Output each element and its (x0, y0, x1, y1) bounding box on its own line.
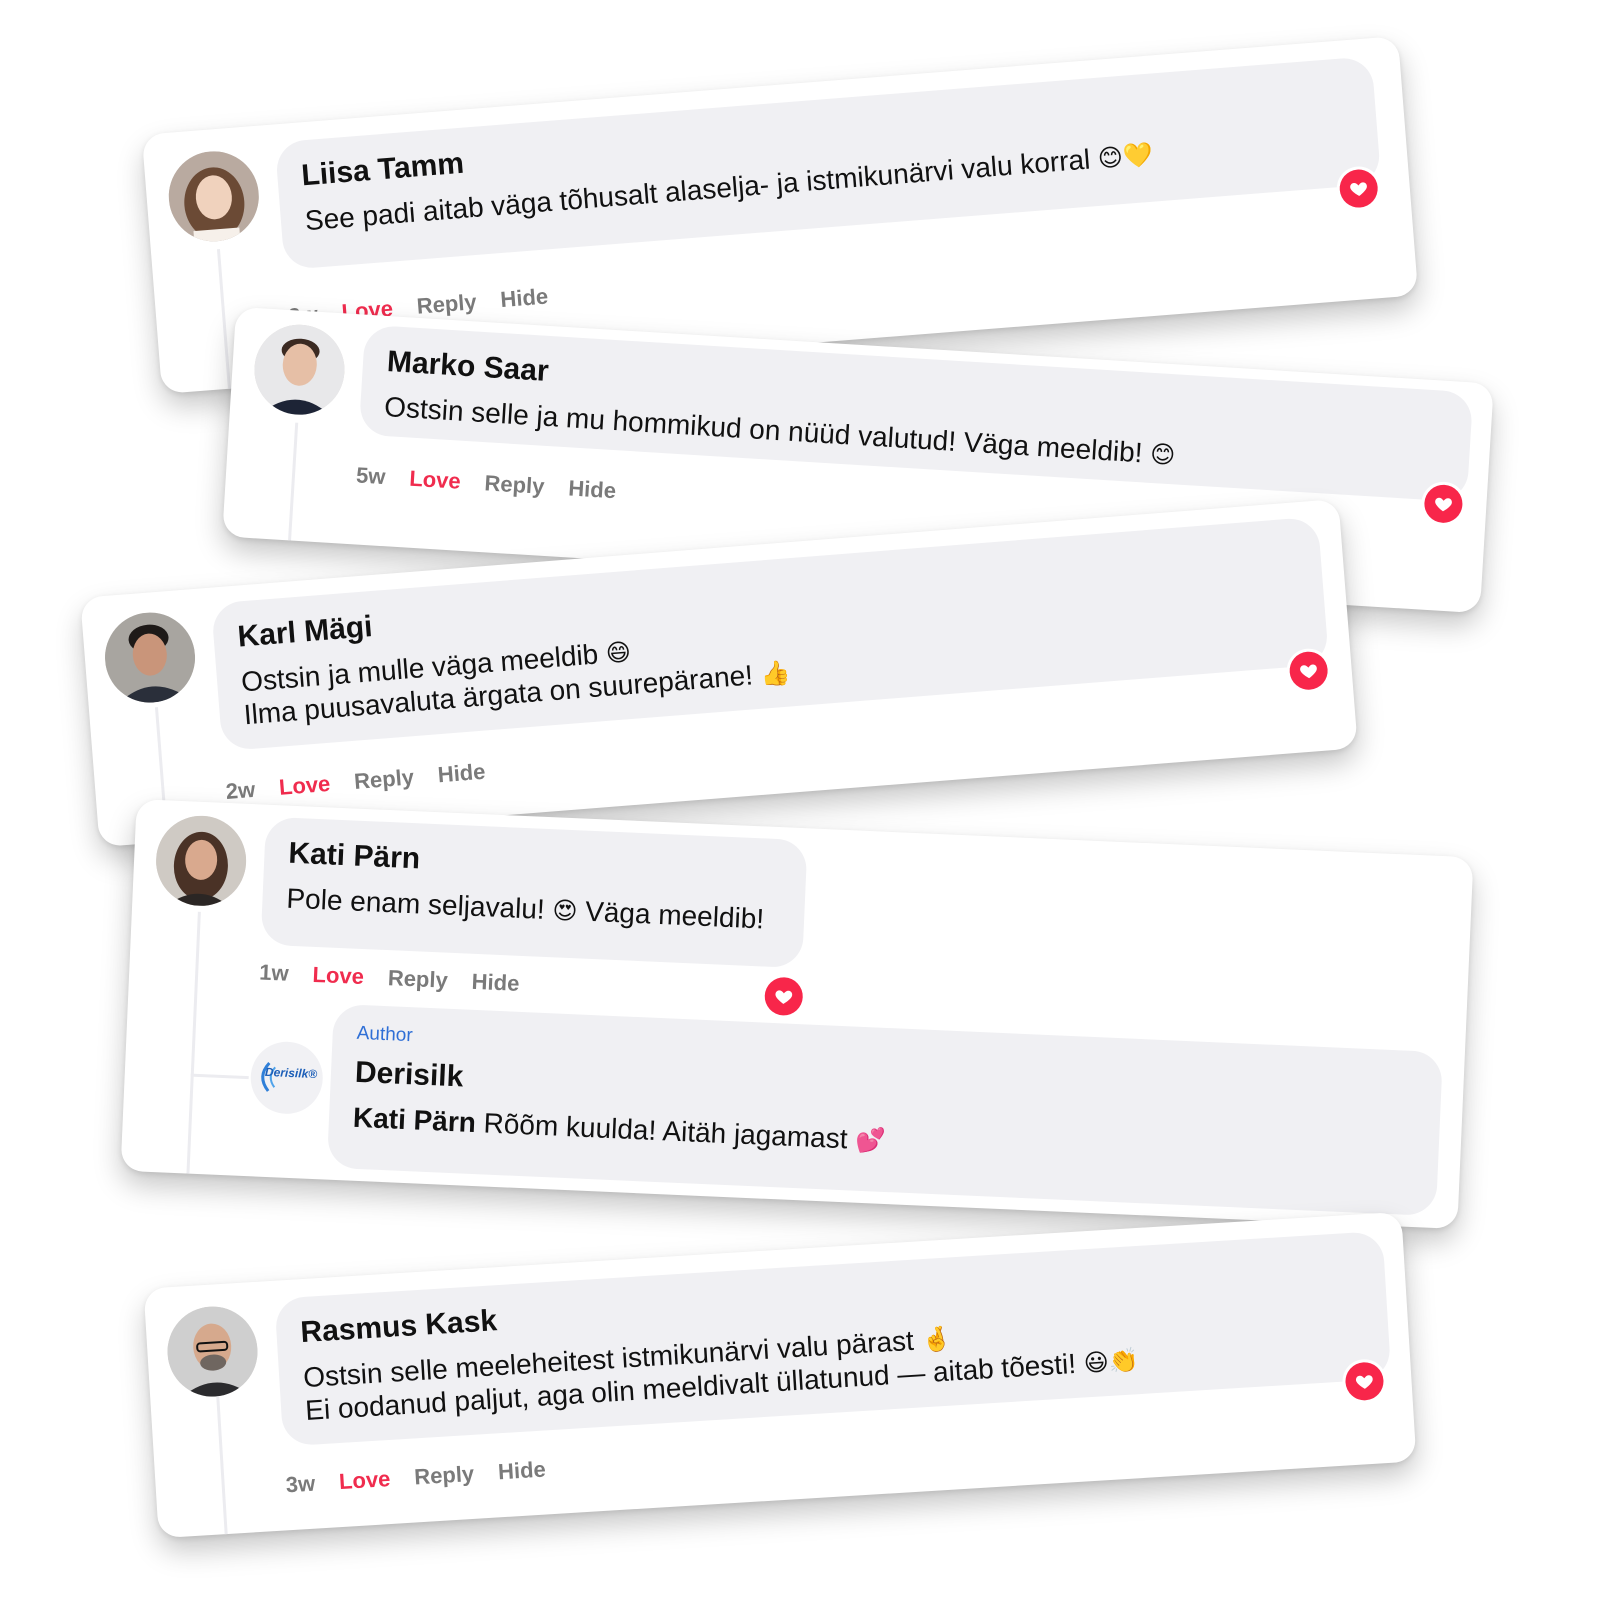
emoji: 😊 (1149, 441, 1176, 470)
emoji: 👍 (759, 659, 792, 690)
emoji: 😊💛 (1096, 142, 1154, 174)
hide-button[interactable]: Hide (499, 283, 549, 313)
comment-bubble: Kati Pärn Pole enam seljavalu! 😍 Väga me… (260, 816, 808, 969)
hide-button[interactable]: Hide (568, 475, 617, 504)
hide-button[interactable]: Hide (437, 759, 487, 789)
reply-button[interactable]: Reply (387, 965, 448, 994)
avatar[interactable] (154, 813, 249, 908)
comment-card: Karl Mägi Ostsin ja mulle väga meeldib 😄… (80, 498, 1358, 848)
reply-button[interactable]: Reply (414, 1461, 475, 1491)
love-button[interactable]: Love (409, 466, 462, 495)
brand-logo-text: Derisilk® (264, 1064, 318, 1082)
comment-bubble: Karl Mägi Ostsin ja mulle väga meeldib 😄… (210, 516, 1330, 752)
comment-actions: 2w Love Reply Hide (225, 759, 487, 805)
man-avatar-icon (251, 322, 348, 418)
thread-line (216, 1396, 228, 1535)
reply-bubble: Author Derisilk Kati Pärn Rõõm kuulda! A… (326, 1003, 1443, 1217)
hide-button[interactable]: Hide (471, 969, 520, 997)
comment-card: Kati Pärn Pole enam seljavalu! 😍 Väga me… (120, 798, 1474, 1230)
emoji: 😃👏 (1082, 1347, 1140, 1378)
love-button[interactable]: Love (278, 771, 331, 801)
avatar[interactable] (164, 1303, 261, 1400)
man-avatar-icon (101, 609, 199, 706)
avatar[interactable] (251, 322, 348, 418)
mention-link[interactable]: Kati Pärn (352, 1102, 476, 1138)
reply-button[interactable]: Reply (416, 289, 478, 320)
emoji: 😍 (551, 897, 579, 926)
love-button[interactable]: Love (338, 1466, 391, 1495)
brand-avatar[interactable]: Derisilk® (249, 1040, 325, 1116)
hide-button[interactable]: Hide (497, 1457, 546, 1486)
emoji: 🤞 (920, 1325, 953, 1355)
timestamp: 3w (285, 1470, 316, 1498)
woman-avatar-icon (165, 147, 263, 245)
man-avatar-icon (164, 1303, 261, 1400)
reply-button[interactable]: Reply (353, 764, 415, 795)
timestamp: 5w (355, 462, 387, 490)
thread-line (186, 911, 201, 1174)
emoji: 😄 (604, 639, 632, 669)
timestamp: 2w (224, 776, 257, 805)
reply-button[interactable]: Reply (484, 470, 545, 500)
heart-icon[interactable] (763, 976, 804, 1017)
thread-line (216, 249, 231, 389)
comment-text-segment: Väga meeldib! (584, 895, 765, 935)
emoji: 💕 (854, 1127, 886, 1156)
timestamp: 1w (258, 959, 290, 986)
comment-bubble: Liisa Tamm See padi aitab väga tõhusalt … (274, 56, 1382, 271)
comment-actions: 1w Love Reply Hide (259, 960, 520, 997)
love-button[interactable]: Love (312, 962, 364, 990)
comment-bubble: Rasmus Kask Ostsin selle meeleheitest is… (274, 1230, 1392, 1447)
heart-icon[interactable] (1288, 650, 1330, 692)
avatar[interactable] (165, 147, 263, 245)
comment-actions: 5w Love Reply Hide (355, 462, 616, 504)
thread-line (288, 422, 299, 541)
comment-card: Rasmus Kask Ostsin selle meeleheitest is… (143, 1211, 1417, 1539)
comment-text-segment: Pole enam seljavalu! (285, 882, 546, 925)
comment-actions: 3w Love Reply Hide (285, 1457, 546, 1499)
thread-branch (190, 1073, 249, 1080)
avatar[interactable] (101, 609, 199, 706)
comment-text-segment: Rõõm kuulda! Aitäh jagamast (482, 1107, 849, 1155)
woman-avatar-icon (154, 813, 249, 908)
